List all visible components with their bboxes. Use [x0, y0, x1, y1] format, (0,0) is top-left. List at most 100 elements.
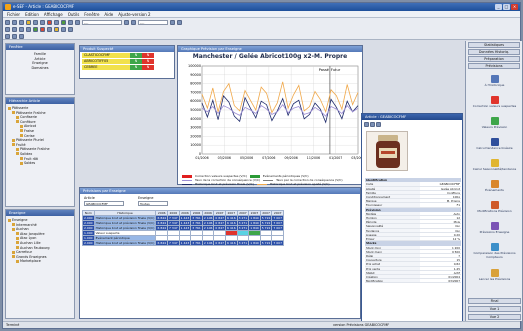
value-cell[interactable]: 7 007	[271, 240, 284, 246]
value-cell[interactable]: 5 722	[259, 215, 273, 221]
menu-aide[interactable]: Aide	[104, 11, 113, 17]
table-row[interactable]: 2.000 Historique brut et prévision finale…	[82, 215, 284, 221]
close-button[interactable]: ×	[511, 4, 518, 10]
task-linear-trend[interactable]: Calcul tendance linéaire	[468, 138, 521, 151]
value-cell[interactable]: 7 347	[167, 240, 180, 246]
row-label-cell[interactable]: Historique brut et prévision finale (V/C…	[93, 220, 157, 226]
value-cell[interactable]: 3 761	[190, 240, 203, 246]
enseigne-combo[interactable]: Toutes	[138, 201, 168, 206]
property-value[interactable]: 15	[420, 258, 461, 261]
property-value[interactable]: Oui	[420, 229, 461, 232]
maximize-button[interactable]: □	[503, 4, 510, 10]
toolbar-combo-1[interactable]: ----	[82, 20, 122, 25]
validate-icon[interactable]	[33, 27, 38, 32]
task-seasonality[interactable]: Calcul Saisonnalité/tendance	[468, 159, 521, 172]
statistics-button[interactable]: Statistiques	[468, 42, 520, 48]
grid-icon[interactable]	[68, 20, 73, 25]
value-cell[interactable]: 6 844	[155, 220, 169, 226]
help-icon[interactable]	[19, 34, 24, 39]
value-cell[interactable]: 6 416	[225, 215, 238, 221]
value-cell[interactable]: 6 416	[225, 220, 238, 226]
property-value[interactable]: 1 200	[420, 246, 461, 249]
new-icon[interactable]	[5, 20, 10, 25]
article-print-icon[interactable]	[370, 122, 375, 127]
value-cell[interactable]: 1 840	[248, 220, 261, 226]
value-cell[interactable]: 1 443	[178, 225, 192, 231]
article-combo[interactable]: GEABICOCFMF	[84, 201, 124, 206]
toolbar-combo-2[interactable]: ----	[138, 20, 168, 25]
property-value[interactable]: M. Propre	[420, 199, 461, 202]
first-icon[interactable]	[5, 27, 10, 32]
table-row[interactable]: 2.000 Historique brut et prévision finale…	[82, 225, 284, 231]
last-icon[interactable]	[26, 27, 31, 32]
value-cell[interactable]: 6 844	[155, 215, 169, 221]
property-value[interactable]: Gelée Abricot	[420, 187, 461, 190]
value-cell[interactable]: 7 347	[167, 215, 180, 221]
print-icon[interactable]	[26, 20, 31, 25]
table-header[interactable]: 2007	[271, 210, 284, 216]
warning-icon[interactable]	[54, 27, 59, 32]
zoom-out-icon[interactable]	[177, 20, 182, 25]
menu-outils[interactable]: Outils	[68, 11, 80, 17]
cancel-icon[interactable]	[40, 27, 45, 32]
property-row[interactable]: Modification 03/2007	[365, 279, 461, 284]
final-button[interactable]: Final	[468, 298, 521, 304]
value-cell[interactable]: 3 761	[190, 225, 203, 231]
value-cell[interactable]: 6 416	[225, 225, 238, 231]
refresh-icon[interactable]	[54, 20, 59, 25]
value-cell[interactable]: 5 722	[259, 240, 273, 246]
task-compare-forecasts[interactable]: Comparaison des Prévisions Compteurs	[468, 243, 521, 259]
row-id-cell[interactable]: 2.000	[82, 225, 95, 231]
save-icon[interactable]	[19, 20, 24, 25]
property-value[interactable]: Oui	[420, 224, 461, 227]
row-id-cell[interactable]: 2.000	[82, 220, 95, 226]
window-list-item[interactable]: Domaines	[8, 66, 72, 71]
edit-icon[interactable]	[47, 27, 52, 32]
property-value[interactable]: 0,82	[420, 262, 461, 265]
value-cell[interactable]: 5 722	[259, 220, 273, 226]
property-value[interactable]: 01/2004	[420, 275, 461, 278]
menu-fichier[interactable]: Fichier	[7, 11, 20, 17]
property-value[interactable]: GEABICOCFMF	[420, 182, 461, 185]
history-data-button[interactable]: Données Historiq.	[468, 49, 520, 55]
value-cell[interactable]: 0 847	[213, 215, 226, 221]
property-value[interactable]: 12 %	[420, 237, 461, 240]
value-cell[interactable]: 0 847	[213, 220, 226, 226]
menu-fenetre[interactable]: Fenêtre	[84, 11, 99, 17]
value-cell[interactable]: 0 847	[213, 240, 226, 246]
value-cell[interactable]: 7 007	[271, 220, 284, 226]
value-cell[interactable]: 3 271	[236, 220, 250, 226]
row-id-cell[interactable]: 2.000	[82, 215, 95, 221]
value-cell[interactable]: 1 443	[178, 240, 192, 246]
sort-icon[interactable]	[131, 20, 136, 25]
view-icon[interactable]	[5, 34, 10, 39]
value-cell[interactable]: 3 761	[190, 220, 203, 226]
row-label-cell[interactable]: Historique brut et prévision finale (V/C…	[93, 225, 157, 231]
row-label-cell[interactable]: Historique brut et prévision finale (V/C…	[93, 215, 157, 221]
minimize-button[interactable]: _	[495, 4, 502, 10]
task-forecast-values[interactable]: Valeurs Prévision	[468, 117, 521, 130]
table-header[interactable]: 2006	[178, 210, 192, 216]
property-value[interactable]: 9 500	[420, 250, 461, 253]
value-cell[interactable]: 2 106	[201, 225, 215, 231]
product-row[interactable]: ABRICOTIFF05 N N	[82, 59, 172, 64]
value-cell[interactable]: 2 106	[201, 240, 215, 246]
prev-icon[interactable]	[12, 27, 17, 32]
value-cell[interactable]: 1 443	[178, 220, 192, 226]
property-value[interactable]: Mois	[420, 220, 461, 223]
property-value[interactable]: 100g	[420, 195, 461, 198]
value-cell[interactable]: 3 271	[236, 240, 250, 246]
article-close-icon[interactable]	[376, 122, 381, 127]
export-icon[interactable]	[68, 27, 73, 32]
menu-edition[interactable]: Edition	[25, 11, 39, 17]
value-cell[interactable]: 1 840	[248, 225, 261, 231]
property-value[interactable]: Auto	[420, 212, 461, 215]
task-run-forecasts[interactable]: Lancer les Prévisions	[468, 269, 521, 282]
property-value[interactable]: 0,20	[420, 233, 461, 236]
table-icon[interactable]	[61, 27, 66, 32]
view2-button[interactable]: Vue 2	[468, 314, 521, 320]
value-cell[interactable]: 3 271	[236, 215, 250, 221]
table-row[interactable]: 2.000 Historique brut et prévision finale…	[82, 240, 284, 246]
value-cell[interactable]: 3 271	[236, 225, 250, 231]
property-value[interactable]: Confiture	[420, 191, 461, 194]
